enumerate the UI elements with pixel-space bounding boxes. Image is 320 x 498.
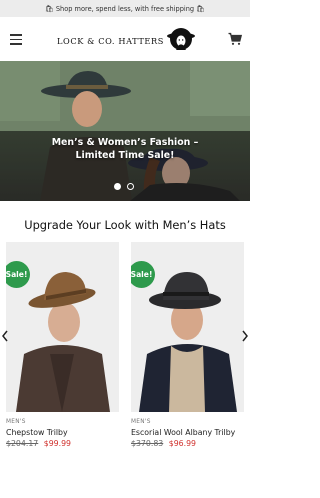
hero-image <box>0 61 250 201</box>
sale-price: $99.99 <box>43 439 72 448</box>
product-prices: $204.17 $99.99 <box>6 439 71 448</box>
logo-hat-woman-icon[interactable] <box>166 24 196 54</box>
logo-text[interactable]: LOCK & CO. HATTERS <box>57 36 164 46</box>
original-price: $370.83 <box>131 439 164 448</box>
hamburger-menu-icon[interactable] <box>10 34 22 45</box>
sale-price: $96.99 <box>168 439 197 448</box>
slider-dot-1[interactable] <box>114 183 121 190</box>
slider-dots <box>114 183 134 190</box>
product-category: MEN'S <box>6 419 26 425</box>
shopping-bag-icon: 🛍 <box>196 4 206 13</box>
cart-icon[interactable] <box>228 32 242 46</box>
product-name[interactable]: Escorial Wool Albany Trilby <box>131 428 235 437</box>
site-header: LOCK & CO. HATTERS <box>0 17 250 61</box>
shopping-bag-icon: 🛍 <box>44 4 54 13</box>
announcement-bar: 🛍 Shop more, spend less, with free shipp… <box>0 0 250 17</box>
section-title: Upgrade Your Look with Men’s Hats <box>24 218 226 232</box>
product-image[interactable]: Sale! <box>6 242 119 412</box>
product-name[interactable]: Chepstow Trilby <box>6 428 68 437</box>
chevron-left-icon[interactable] <box>1 330 9 342</box>
announcement-text: Shop more, spend less, with free shippin… <box>55 4 195 13</box>
hero-caption-line2: Limited Time Sale! <box>75 150 175 161</box>
product-prices: $370.83 $96.99 <box>131 439 196 448</box>
original-price: $204.17 <box>6 439 39 448</box>
slider-dot-2[interactable] <box>127 183 134 190</box>
hero-caption-line1: Men’s & Women’s Fashion – <box>51 137 199 148</box>
product-image[interactable]: Sale! <box>131 242 244 412</box>
chevron-right-icon[interactable] <box>241 330 249 342</box>
hero-caption: Men’s & Women’s Fashion – Limited Time S… <box>0 136 250 162</box>
hero-banner[interactable]: Men’s & Women’s Fashion – Limited Time S… <box>0 61 250 201</box>
product-category: MEN'S <box>131 419 151 425</box>
